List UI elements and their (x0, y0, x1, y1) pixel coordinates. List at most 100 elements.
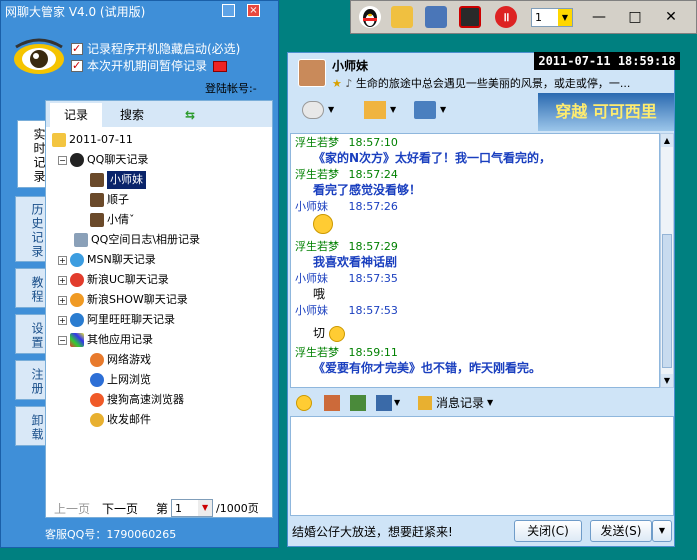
history-icon (418, 395, 432, 410)
signature-text: 生命的旅途中总会遇见一些美丽的风景，或走或停，一... (355, 77, 631, 90)
emoji-icon[interactable] (296, 395, 312, 411)
image-icon[interactable] (350, 395, 366, 411)
close-chat-button[interactable]: 关闭(C) (514, 520, 582, 542)
chevron-down-icon[interactable]: ▼ (198, 500, 213, 516)
film-icon[interactable] (459, 6, 481, 28)
tab-sync[interactable]: ⇆ (162, 103, 218, 127)
tree-aliwangwang[interactable]: + 阿里旺旺聊天记录 (58, 311, 175, 329)
chevron-down-icon[interactable]: ▼ (394, 398, 400, 407)
tree-browsing[interactable]: 上网浏览 (90, 371, 151, 389)
tree-date[interactable]: 2011-07-11 (52, 131, 133, 149)
contact-avatar-icon (90, 173, 104, 187)
chevron-down-icon[interactable]: ▼ (328, 105, 334, 114)
eye-logo-icon (14, 38, 64, 74)
prev-page-button[interactable]: 上一页 (54, 500, 90, 517)
history-button[interactable]: 消息记录 ▼ (418, 394, 493, 411)
tab-tutorial[interactable]: 教程 (15, 268, 45, 308)
tree-contact[interactable]: 顺子 (90, 191, 129, 209)
tab-register[interactable]: 注册 (15, 360, 45, 400)
message-body: 哦 (313, 287, 326, 301)
tree-msn[interactable]: + MSN聊天记录 (58, 251, 156, 269)
chevron-down-icon[interactable]: ▼ (390, 105, 396, 114)
hide-on-start-option[interactable]: 记录程序开机隐藏启动(必选) (71, 41, 240, 57)
send-file-icon[interactable] (364, 101, 386, 119)
tree-sogou[interactable]: 搜狗高速浏览器 (90, 391, 184, 409)
tree-sina-show[interactable]: + 新浪SHOW聊天记录 (58, 291, 188, 309)
pause-record-option[interactable]: 本次开机期间暂停记录 (71, 58, 228, 74)
message-header: 小师妹 18:57:35 (295, 270, 398, 286)
contact-avatar-icon (90, 193, 104, 207)
tab-records[interactable]: 记录 (50, 103, 102, 127)
expand-icon[interactable]: + (58, 315, 67, 325)
close-button[interactable]: ✕ (659, 7, 683, 27)
send-button[interactable]: 发送(S) (590, 520, 652, 542)
tree-qzone[interactable]: QQ空间日志\相册记录 (74, 231, 200, 249)
page-select[interactable]: 1 ▼ (171, 499, 214, 517)
send-options-chevron-icon[interactable]: ▼ (652, 520, 672, 542)
sender-name: 浮生若梦 (295, 136, 339, 149)
avatar[interactable] (298, 59, 326, 87)
pause-icon[interactable]: ॥ (495, 6, 517, 28)
scroll-down-arrow[interactable]: ▼ (661, 374, 673, 387)
minimize-button[interactable]: — (587, 7, 611, 27)
smiley-emoji-icon (313, 214, 333, 234)
expand-icon[interactable]: + (58, 255, 67, 265)
next-page-button[interactable]: 下一页 (102, 500, 138, 517)
message-input[interactable] (290, 416, 674, 516)
chevron-down-icon[interactable]: ▼ (487, 398, 493, 407)
ad-text[interactable]: 结婚公仔大放送，想要赶紧来! (292, 523, 453, 540)
scroll-up-arrow[interactable]: ▲ (661, 134, 673, 147)
message-time: 18:57:29 (348, 240, 398, 253)
tree-contact[interactable]: 小倩ˇ (90, 211, 135, 229)
minimize-button[interactable] (222, 4, 235, 17)
sogou-icon (90, 393, 104, 407)
save-disk-icon[interactable] (425, 6, 447, 28)
ad-banner[interactable]: 穿越 可可西里 (538, 93, 674, 131)
collapse-icon[interactable]: − (58, 155, 67, 165)
count-select[interactable]: 1 ▼ (531, 8, 573, 27)
chevron-down-icon[interactable]: ▼ (558, 9, 572, 26)
screenshot-icon[interactable] (376, 395, 392, 411)
sender-name: 小师妹 (295, 200, 328, 213)
tab-settings[interactable]: 设置 (15, 314, 45, 354)
message-header: 小师妹 18:57:26 (295, 198, 398, 214)
tree-qq[interactable]: − QQ聊天记录 (58, 151, 148, 169)
tree-contact-label: 小倩ˇ (107, 213, 135, 226)
tree-games[interactable]: 网络游戏 (90, 351, 151, 369)
message-header: 浮生若梦 18:59:11 (295, 344, 398, 360)
expand-icon[interactable]: + (58, 275, 67, 285)
tree-msn-label: MSN聊天记录 (87, 253, 156, 266)
hide-on-start-checkbox[interactable] (71, 41, 83, 57)
floating-toolbar: ॥ 1 ▼ — □ ✕ (350, 0, 697, 34)
chevron-down-icon[interactable]: ▼ (440, 105, 446, 114)
message-scrollbar[interactable]: ▲ ▼ (660, 133, 674, 388)
tree-contact[interactable]: 小师妹 (90, 171, 146, 189)
app-menu-icon[interactable] (414, 101, 436, 119)
tab-realtime[interactable]: 实时记录 (17, 120, 47, 188)
tree-contact-label: 顺子 (107, 193, 129, 206)
tree-mail[interactable]: 收发邮件 (90, 411, 151, 429)
maximize-button[interactable]: □ (623, 7, 647, 27)
scroll-thumb[interactable] (662, 234, 672, 368)
message-header: 小师妹 18:57:53 (295, 302, 398, 318)
tree-sina-show-label: 新浪SHOW聊天记录 (87, 293, 188, 306)
expand-icon[interactable]: + (58, 295, 67, 305)
folder-icon[interactable] (391, 6, 413, 28)
game-icon (90, 353, 104, 367)
collapse-icon[interactable]: − (58, 335, 67, 345)
message-time: 18:59:11 (348, 346, 398, 359)
format-toolbar: ▼ 消息记录 ▼ (290, 390, 674, 416)
close-button[interactable]: × (247, 4, 260, 17)
sender-name: 浮生若梦 (295, 168, 339, 181)
tree-other-apps[interactable]: − 其他应用记录 (58, 331, 153, 349)
tree-date-label: 2011-07-11 (69, 133, 133, 146)
qq-penguin-icon[interactable] (359, 6, 381, 28)
tab-uninstall[interactable]: 卸载 (15, 406, 45, 446)
video-camera-icon[interactable] (302, 101, 324, 119)
tree-sina-uc[interactable]: + 新浪UC聊天记录 (58, 271, 169, 289)
tab-search[interactable]: 搜索 (104, 103, 160, 127)
magic-face-icon[interactable] (324, 395, 340, 411)
tab-history[interactable]: 历史记录 (15, 196, 45, 262)
message-header: 浮生若梦 18:57:29 (295, 238, 398, 254)
pause-record-checkbox[interactable] (71, 58, 83, 74)
